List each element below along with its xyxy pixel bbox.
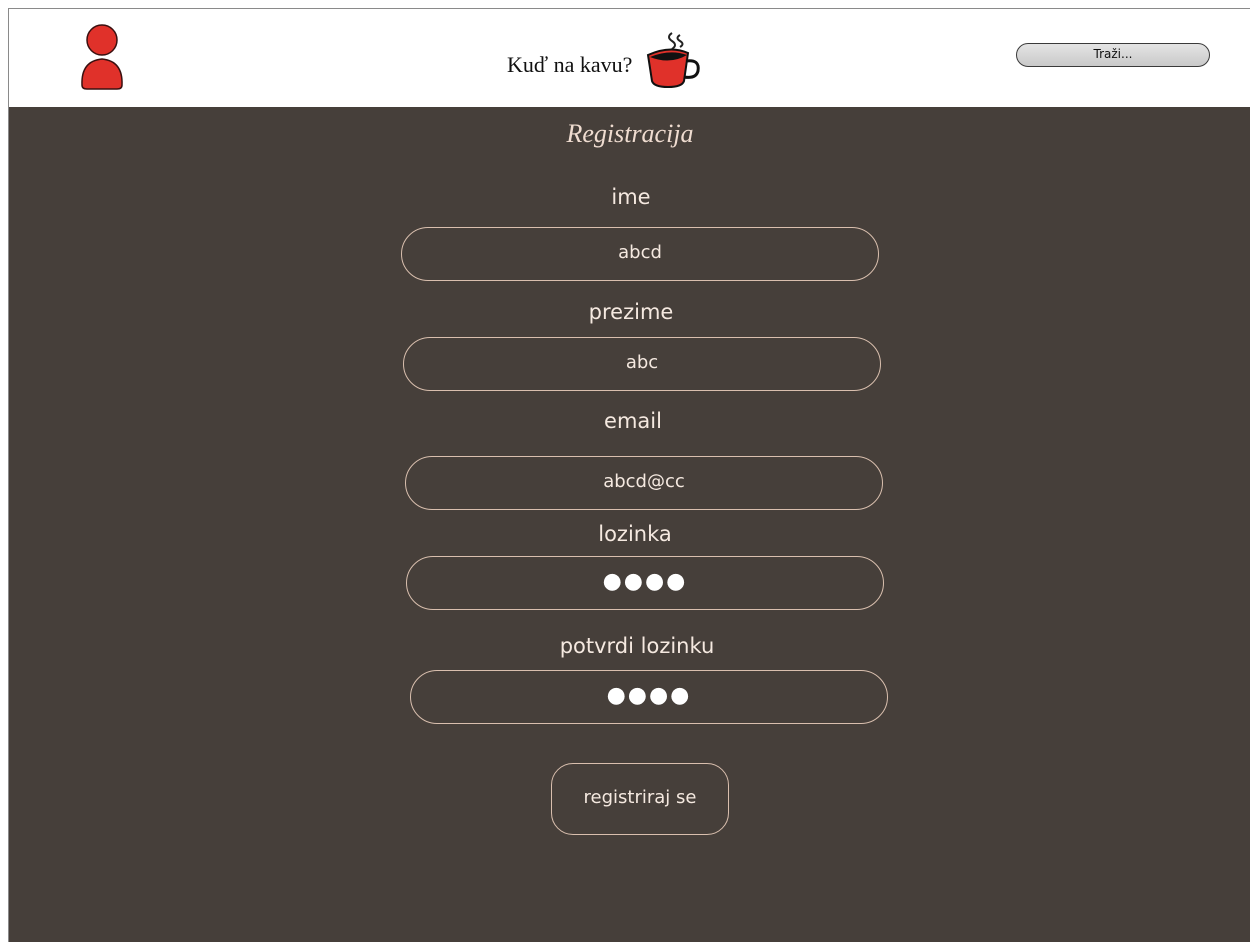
last-name-input[interactable]: abc	[403, 337, 881, 391]
app-window: Kuď na kavu? Traži... Registracija ime a…	[8, 8, 1250, 942]
confirm-password-input[interactable]: ●●●●	[410, 670, 888, 724]
first-name-input[interactable]: abcd	[401, 227, 879, 281]
register-button[interactable]: registriraj se	[551, 763, 729, 835]
email-input[interactable]: abcd@cc	[405, 456, 883, 510]
brand-title: Kuď na kavu?	[507, 52, 633, 77]
email-label: email	[604, 409, 662, 433]
first-name-label: ime	[611, 185, 651, 209]
brand: Kuď na kavu?	[507, 32, 704, 89]
page-title: Registracija	[566, 119, 694, 148]
search-button[interactable]: Traži...	[1016, 43, 1210, 67]
coffee-cup-icon	[647, 32, 701, 89]
last-name-label: prezime	[588, 300, 674, 324]
password-input[interactable]: ●●●●	[406, 556, 884, 610]
registration-panel: Registracija ime abcd prezime abc email …	[9, 107, 1250, 942]
top-header: Kuď na kavu? Traži...	[9, 9, 1250, 107]
user-avatar-icon[interactable]	[79, 23, 125, 91]
confirm-password-label: potvrdi lozinku	[559, 634, 715, 658]
password-label: lozinka	[598, 522, 672, 546]
